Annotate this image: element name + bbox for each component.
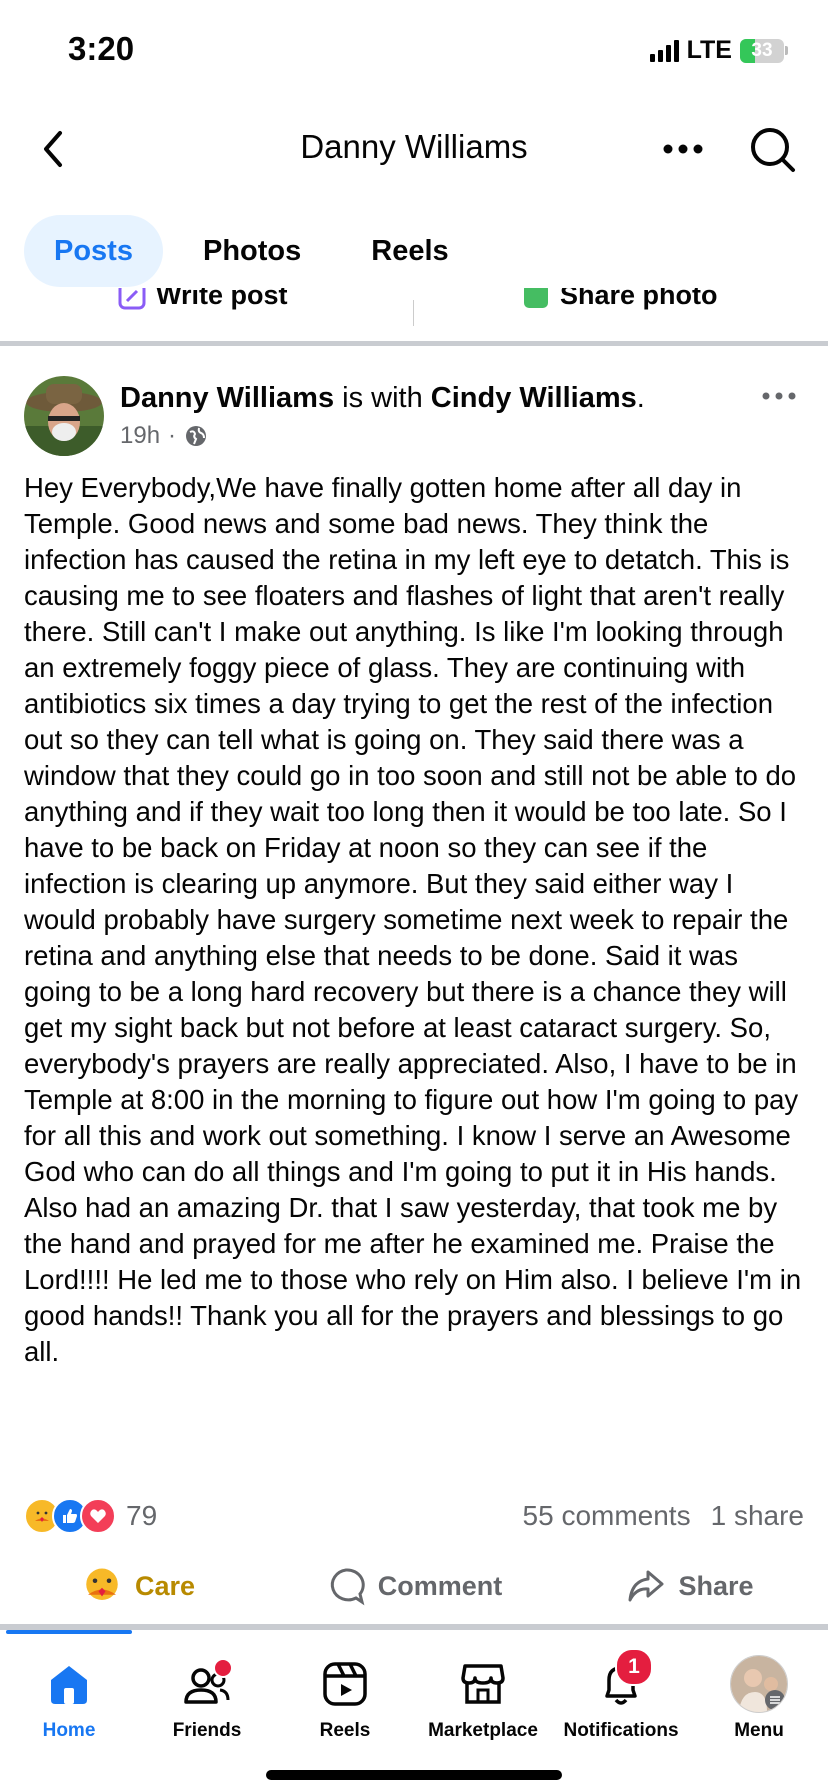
home-indicator [266,1770,562,1780]
post-time[interactable]: 19h [120,422,160,450]
reels-icon [323,1662,367,1706]
share-icon [628,1570,664,1602]
nav-friends[interactable]: Friends [138,1654,276,1742]
write-post-label: Write post [156,288,288,310]
more-horizontal-icon [762,392,796,400]
nav-home[interactable]: Home [0,1654,138,1742]
care-button[interactable]: Care [0,1556,276,1616]
edit-icon [118,288,146,309]
nav-home-label: Home [42,1720,96,1741]
profile-tabs: Posts Photos Reels [24,215,479,287]
care-icon [86,1568,118,1600]
nav-friends-label: Friends [172,1720,242,1741]
battery-percent: 33 [751,39,773,61]
more-horizontal-icon [663,144,703,154]
reactions-summary[interactable]: 79 55 comments 1 share [24,1496,804,1536]
author-avatar[interactable] [24,376,104,456]
more-options-button[interactable] [655,124,711,174]
nav-reels[interactable]: Reels [276,1654,414,1742]
friends-notification-dot [213,1658,233,1678]
globe-icon [186,426,207,446]
love-reaction-icon [80,1498,116,1534]
comment-label: Comment [377,1570,503,1601]
tagged-name[interactable]: Cindy Williams [431,382,637,414]
page-header: Danny Williams [0,100,828,200]
share-label: Share [678,1570,754,1601]
status-time: 3:20 [68,30,135,67]
with-text: is with [334,382,431,414]
post-text: Hey Everybody,We have finally gotten hom… [24,472,802,1367]
photo-icon [524,288,548,308]
composer-strip: Write post Share photo [0,288,828,330]
status-indicators: LTE 33 [649,36,788,65]
share-photo-label: Share photo [560,288,718,310]
post-header: Danny Williams is with Cindy Williams. 1… [24,376,804,456]
network-label: LTE [686,36,732,64]
period-text: . [636,382,645,414]
battery-icon: 33 [740,38,788,63]
search-icon [751,128,795,172]
tab-photos[interactable]: Photos [173,215,331,287]
reaction-count: 79 [126,1500,158,1531]
comment-icon [330,1568,365,1606]
nav-marketplace[interactable]: Marketplace [414,1654,552,1742]
section-separator [0,341,828,346]
active-tab-indicator [6,1630,132,1634]
nav-marketplace-label: Marketplace [428,1720,538,1741]
author-name[interactable]: Danny Williams [120,382,334,414]
home-icon [51,1666,87,1704]
menu-avatar [730,1655,788,1713]
write-post-button[interactable]: Write post [118,288,288,311]
post-author-line: Danny Williams is with Cindy Williams. [120,382,645,415]
tab-posts[interactable]: Posts [24,215,163,287]
nav-notifications-label: Notifications [563,1720,679,1741]
marketplace-icon [461,1664,505,1704]
post-meta: 19h · [120,422,208,450]
share-photo-button[interactable]: Share photo [522,288,718,311]
comment-button[interactable]: Comment [276,1556,552,1616]
status-bar: 3:20 LTE 33 [0,0,828,100]
share-button[interactable]: Share [552,1556,828,1616]
search-button[interactable] [745,122,801,178]
comments-count[interactable]: 55 comments [523,1500,691,1532]
engagement-counts: 55 comments 1 share [523,1500,804,1532]
nav-menu[interactable]: Menu [690,1654,828,1742]
nav-menu-label: Menu [734,1720,784,1741]
nav-notifications[interactable]: 1 Notifications [552,1648,690,1742]
tab-reels[interactable]: Reels [341,215,478,287]
shares-count[interactable]: 1 share [711,1500,804,1532]
nav-reels-label: Reels [319,1720,371,1741]
signal-icon [649,39,679,62]
bottom-tab-bar: Home Friends Reels Marketplace 1 Notific… [0,1630,828,1792]
post-options-button[interactable] [754,376,804,416]
care-label: Care [134,1570,196,1601]
notifications-badge: 1 [615,1648,653,1686]
reaction-icons [24,1498,116,1534]
post-actions: Care Comment Share [0,1556,828,1616]
composer-divider [413,300,414,326]
meta-dot: · [168,422,177,449]
